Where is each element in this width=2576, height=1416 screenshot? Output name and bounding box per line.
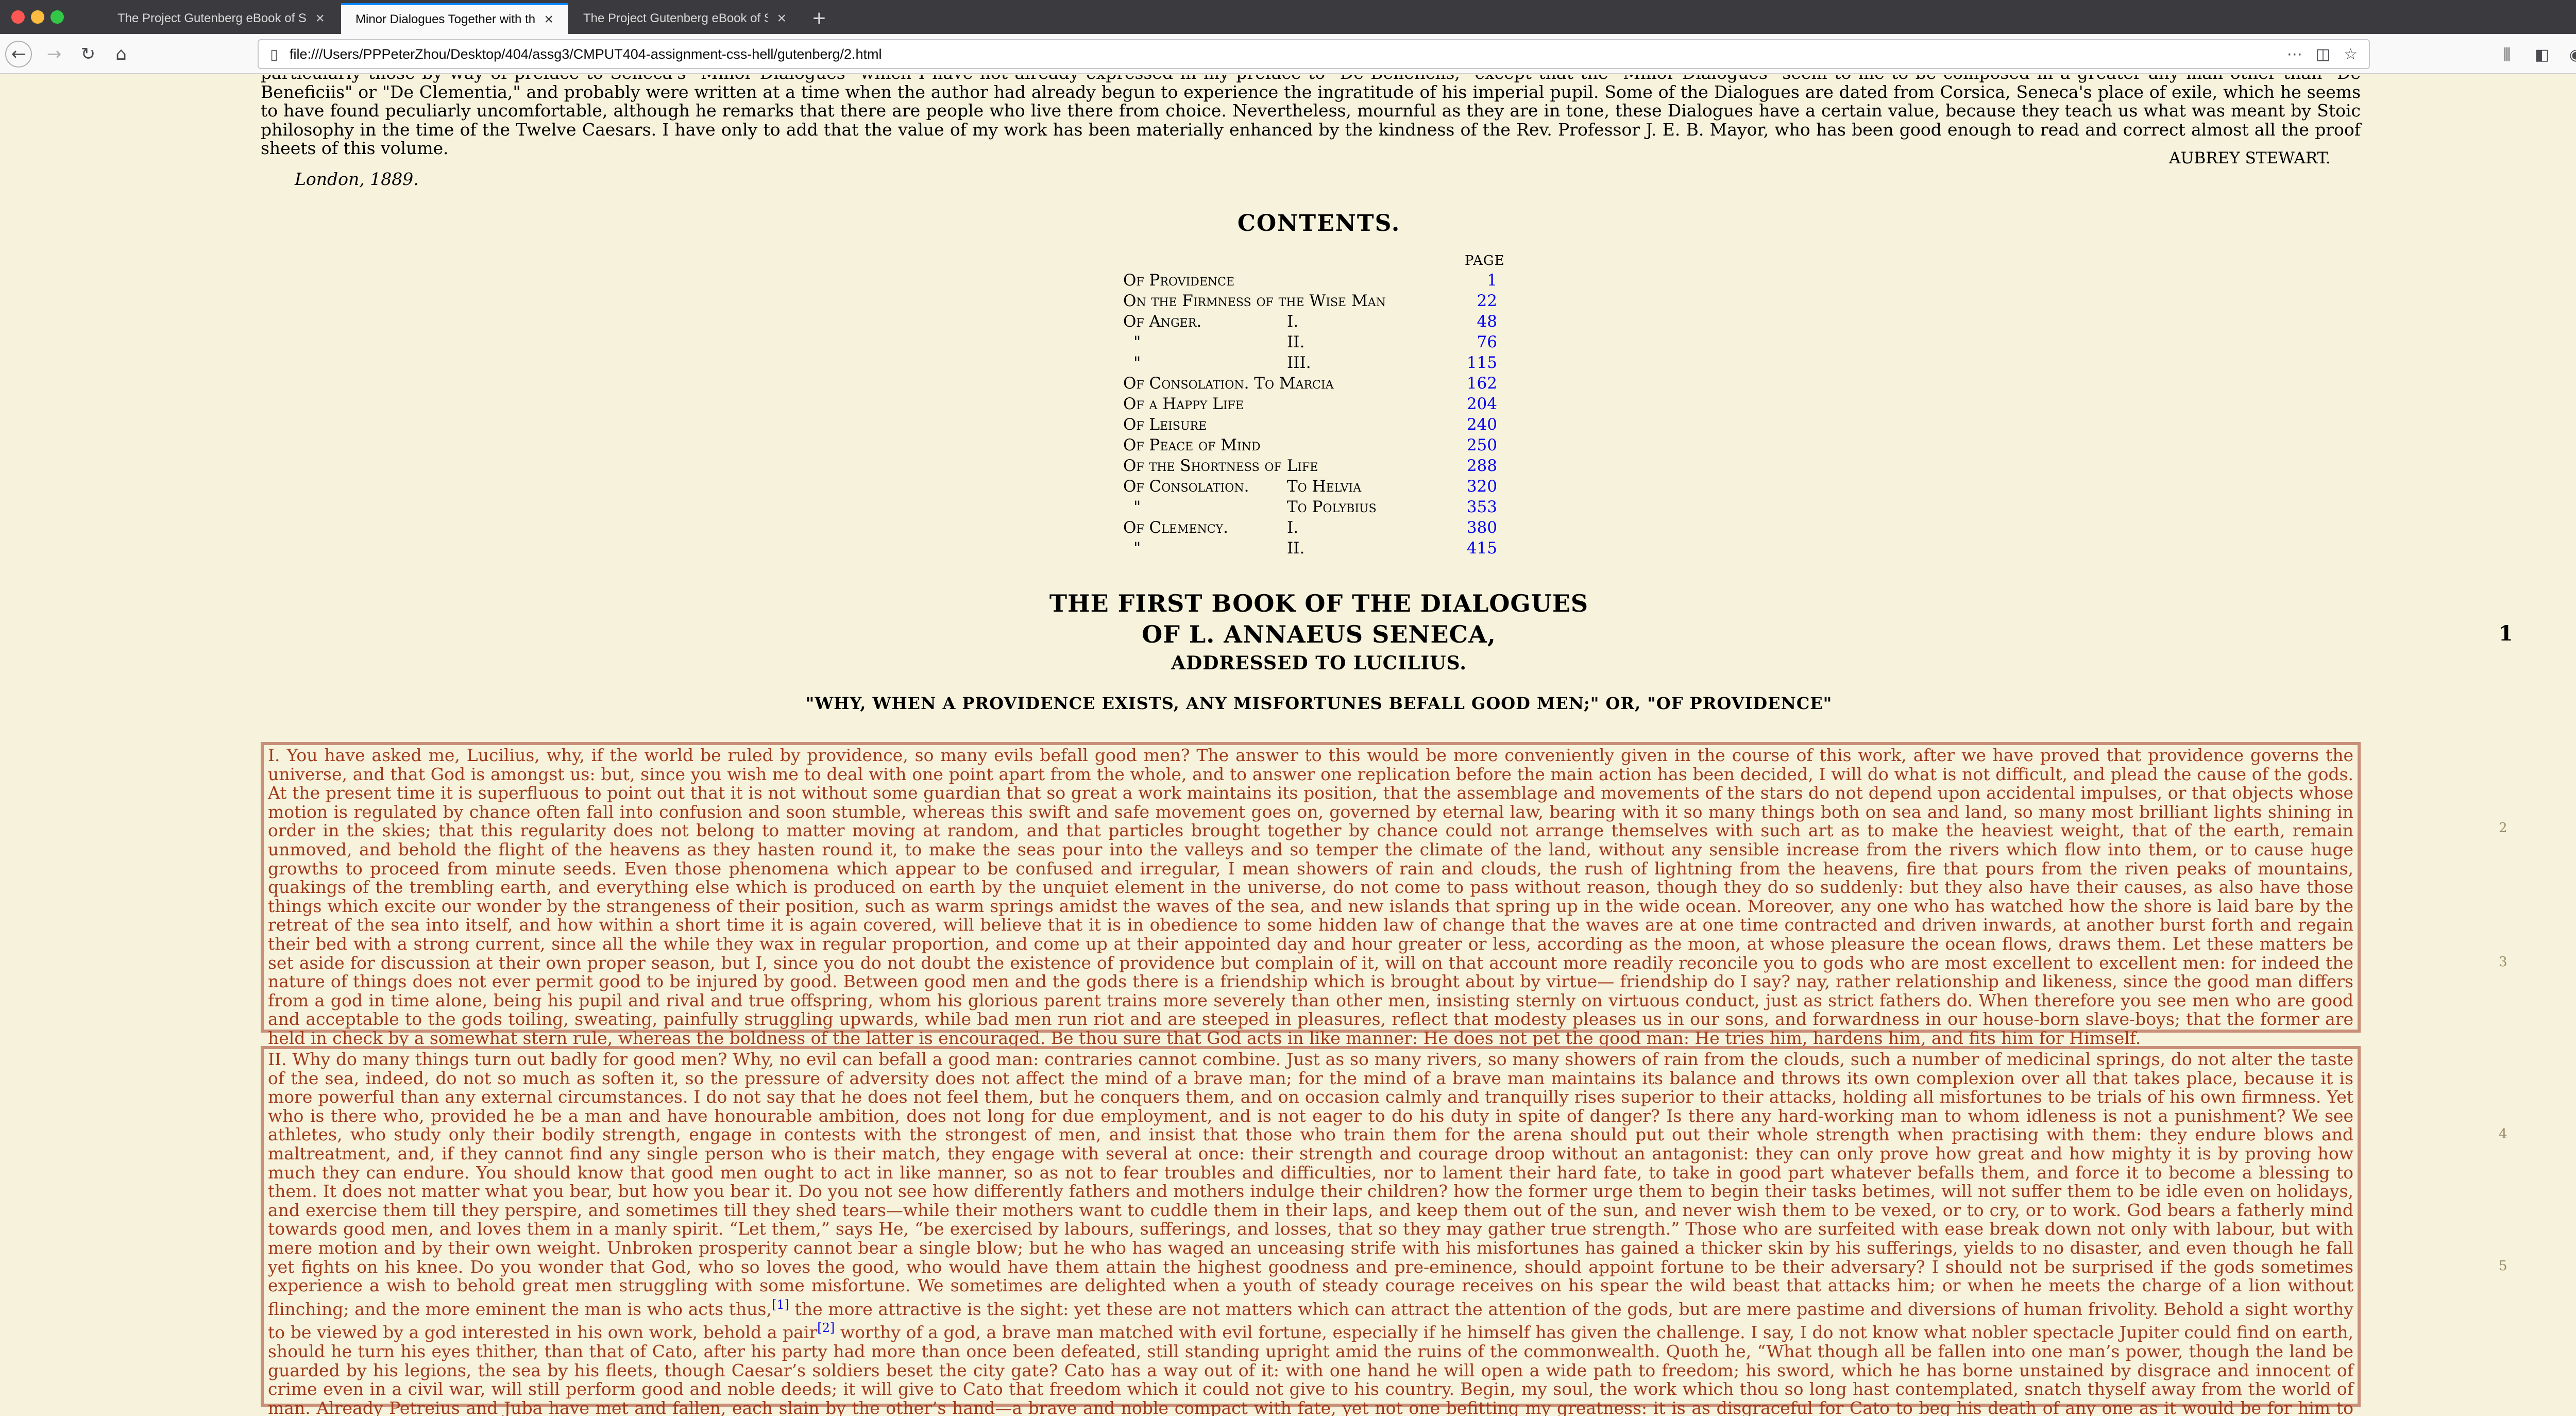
book-title: THE FIRST BOOK OF THE DIALOGUES: [1049, 589, 1589, 617]
close-icon[interactable]: ×: [315, 10, 325, 27]
toc-row: Of Anger. I. 48: [1123, 311, 1504, 332]
preface-place-date: London, 1889.: [295, 169, 419, 189]
book-subtitle: ADDRESSED TO LUCILIUS.: [1171, 652, 1467, 674]
forward-button[interactable]: →: [41, 41, 67, 67]
contents-heading: CONTENTS.: [1237, 210, 1401, 237]
minimize-window-button[interactable]: [31, 10, 44, 24]
tab-label: Minor Dialogues Together with the: [355, 12, 535, 26]
zoom-window-button[interactable]: [50, 10, 64, 24]
tab-strip: The Project Gutenberg eBook of Se × Mino…: [0, 0, 2576, 34]
toc-entry-title: ": [1133, 498, 1141, 516]
toc-page-link[interactable]: 288: [1467, 456, 1497, 476]
book-title-line2: OF L. ANNAEUS SENECA,: [1142, 620, 1496, 648]
toc-page-link[interactable]: 415: [1467, 538, 1497, 559]
page-number: 3: [2499, 954, 2507, 970]
toc-entry-title: ": [1133, 333, 1141, 351]
toc-row: " II. 76: [1123, 332, 1504, 352]
footnote-link-2[interactable]: [2]: [817, 1321, 835, 1335]
toc-entry-sub: I.: [1287, 312, 1299, 331]
toc-entry-sub: III.: [1287, 353, 1311, 372]
toc-entry-title: Of the Shortness of Life: [1123, 457, 1318, 475]
toc-page-link[interactable]: 1: [1487, 270, 1497, 291]
back-button[interactable]: ←: [5, 41, 32, 68]
toc-entry-sub: I.: [1287, 518, 1299, 537]
toc-page-link[interactable]: 240: [1467, 414, 1497, 435]
page-icon: ▯: [270, 46, 278, 62]
section-1-paragraph: I. You have asked me, Lucilius, why, if …: [261, 742, 2361, 1048]
toc-row: " II. 415: [1123, 538, 1504, 559]
toc-page-link[interactable]: 22: [1477, 291, 1497, 311]
page-number: 1: [2499, 621, 2513, 646]
toc-row: Of Peace of Mind 250: [1123, 435, 1504, 456]
address-bar[interactable]: ▯ file:///Users/PPPeterZhou/Desktop/404/…: [258, 39, 2370, 69]
toc-page-link[interactable]: 204: [1467, 394, 1497, 414]
toc-entry-sub: To Helvia: [1287, 477, 1362, 496]
close-icon[interactable]: ×: [777, 10, 786, 27]
toc-page-link[interactable]: 353: [1467, 497, 1497, 517]
toc-entry-title: Of Providence: [1123, 271, 1235, 290]
toc-row: Of the Shortness of Life 288: [1123, 456, 1504, 476]
toc-page-link[interactable]: 320: [1467, 476, 1497, 497]
tab-label: The Project Gutenberg eBook of Se: [583, 11, 768, 25]
page-viewport[interactable]: particularly those by way of preface to …: [0, 75, 2576, 1416]
toc-page-link[interactable]: 162: [1467, 373, 1497, 394]
toc-page-link[interactable]: 115: [1467, 352, 1497, 373]
tab-gutenberg-1[interactable]: The Project Gutenberg eBook of Se ×: [103, 3, 339, 34]
tab-minor-dialogues[interactable]: Minor Dialogues Together with the ×: [341, 3, 568, 34]
toc-row: On the Firmness of the Wise Man 22: [1123, 291, 1504, 311]
toc-row: Of a Happy Life 204: [1123, 394, 1504, 414]
toc-entry-title: Of Leisure: [1123, 415, 1207, 434]
section-1-text: I. You have asked me, Lucilius, why, if …: [268, 745, 2353, 1048]
sidebar-icon[interactable]: ◧: [2531, 43, 2553, 66]
toc-entry-title: Of Clemency.: [1123, 518, 1228, 537]
close-icon[interactable]: ×: [544, 11, 553, 28]
toc-entry-sub: To Polybius: [1287, 498, 1377, 516]
toc-page-link[interactable]: 48: [1477, 311, 1497, 332]
toc-entry-title: Of Consolation.: [1123, 477, 1249, 496]
toc-entry-title: Of Anger.: [1123, 312, 1202, 331]
tab-gutenberg-2[interactable]: The Project Gutenberg eBook of Se ×: [569, 3, 801, 34]
page-number: 5: [2499, 1258, 2507, 1274]
toc-row: Of Leisure 240: [1123, 414, 1504, 435]
library-icon[interactable]: ⫼: [2496, 43, 2518, 66]
pocket-icon[interactable]: ◫: [2316, 45, 2330, 63]
new-tab-button[interactable]: +: [804, 3, 835, 34]
essay-title: "WHY, WHEN A PROVIDENCE EXISTS, ANY MISF…: [805, 694, 1833, 713]
toc-row: Of Providence 1: [1123, 270, 1504, 291]
toc-page-link[interactable]: 76: [1477, 332, 1497, 352]
reload-button[interactable]: ↻: [75, 41, 101, 67]
navigation-toolbar: ← → ↻ ⌂ ▯ file:///Users/PPPeterZhou/Desk…: [0, 34, 2576, 74]
tab-label: The Project Gutenberg eBook of Se: [117, 11, 307, 25]
toc-page-link[interactable]: 380: [1467, 517, 1497, 538]
section-2-paragraph: II. Why do many things turn out badly fo…: [261, 1046, 2361, 1416]
page-number: 4: [2499, 1126, 2507, 1142]
toc-entry-title: ": [1133, 539, 1141, 558]
toc-entry-title: Of Peace of Mind: [1123, 436, 1261, 454]
toc-entry-title: ": [1133, 353, 1141, 372]
footnote-link-1[interactable]: [1]: [772, 1297, 789, 1312]
toc-entry-sub: II.: [1287, 333, 1305, 351]
toc-page-link[interactable]: 250: [1467, 435, 1497, 456]
page-number: 2: [2499, 820, 2507, 836]
page-column-header: PAGE: [1465, 253, 1505, 268]
toc-row: Of Clemency. I. 380: [1123, 517, 1504, 538]
url-text[interactable]: file:///Users/PPPeterZhou/Desktop/404/as…: [290, 46, 2287, 62]
toc-entry-title: Of Consolation. To Marcia: [1123, 374, 1334, 393]
account-icon[interactable]: ◉: [2565, 43, 2576, 66]
preface-paragraph: particularly those by way of preface to …: [261, 75, 2361, 158]
toc-row: Of Consolation. To Helvia 320: [1123, 476, 1504, 497]
preface-signature: AUBREY STEWART.: [2169, 149, 2331, 167]
toc-row: " III. 115: [1123, 352, 1504, 373]
close-window-button[interactable]: [11, 10, 25, 24]
section-2-text-a: II. Why do many things turn out badly fo…: [268, 1049, 2353, 1319]
bookmark-star-icon[interactable]: ☆: [2344, 45, 2358, 63]
toc-row: Of Consolation. To Marcia 162: [1123, 373, 1504, 394]
toc-entry-sub: II.: [1287, 539, 1305, 558]
toc-entry-title: Of a Happy Life: [1123, 395, 1244, 413]
page-actions-icon[interactable]: ⋯: [2287, 45, 2302, 63]
toc-row: " To Polybius 353: [1123, 497, 1504, 517]
home-button[interactable]: ⌂: [108, 41, 134, 67]
toc-entry-title: On the Firmness of the Wise Man: [1123, 292, 1386, 310]
